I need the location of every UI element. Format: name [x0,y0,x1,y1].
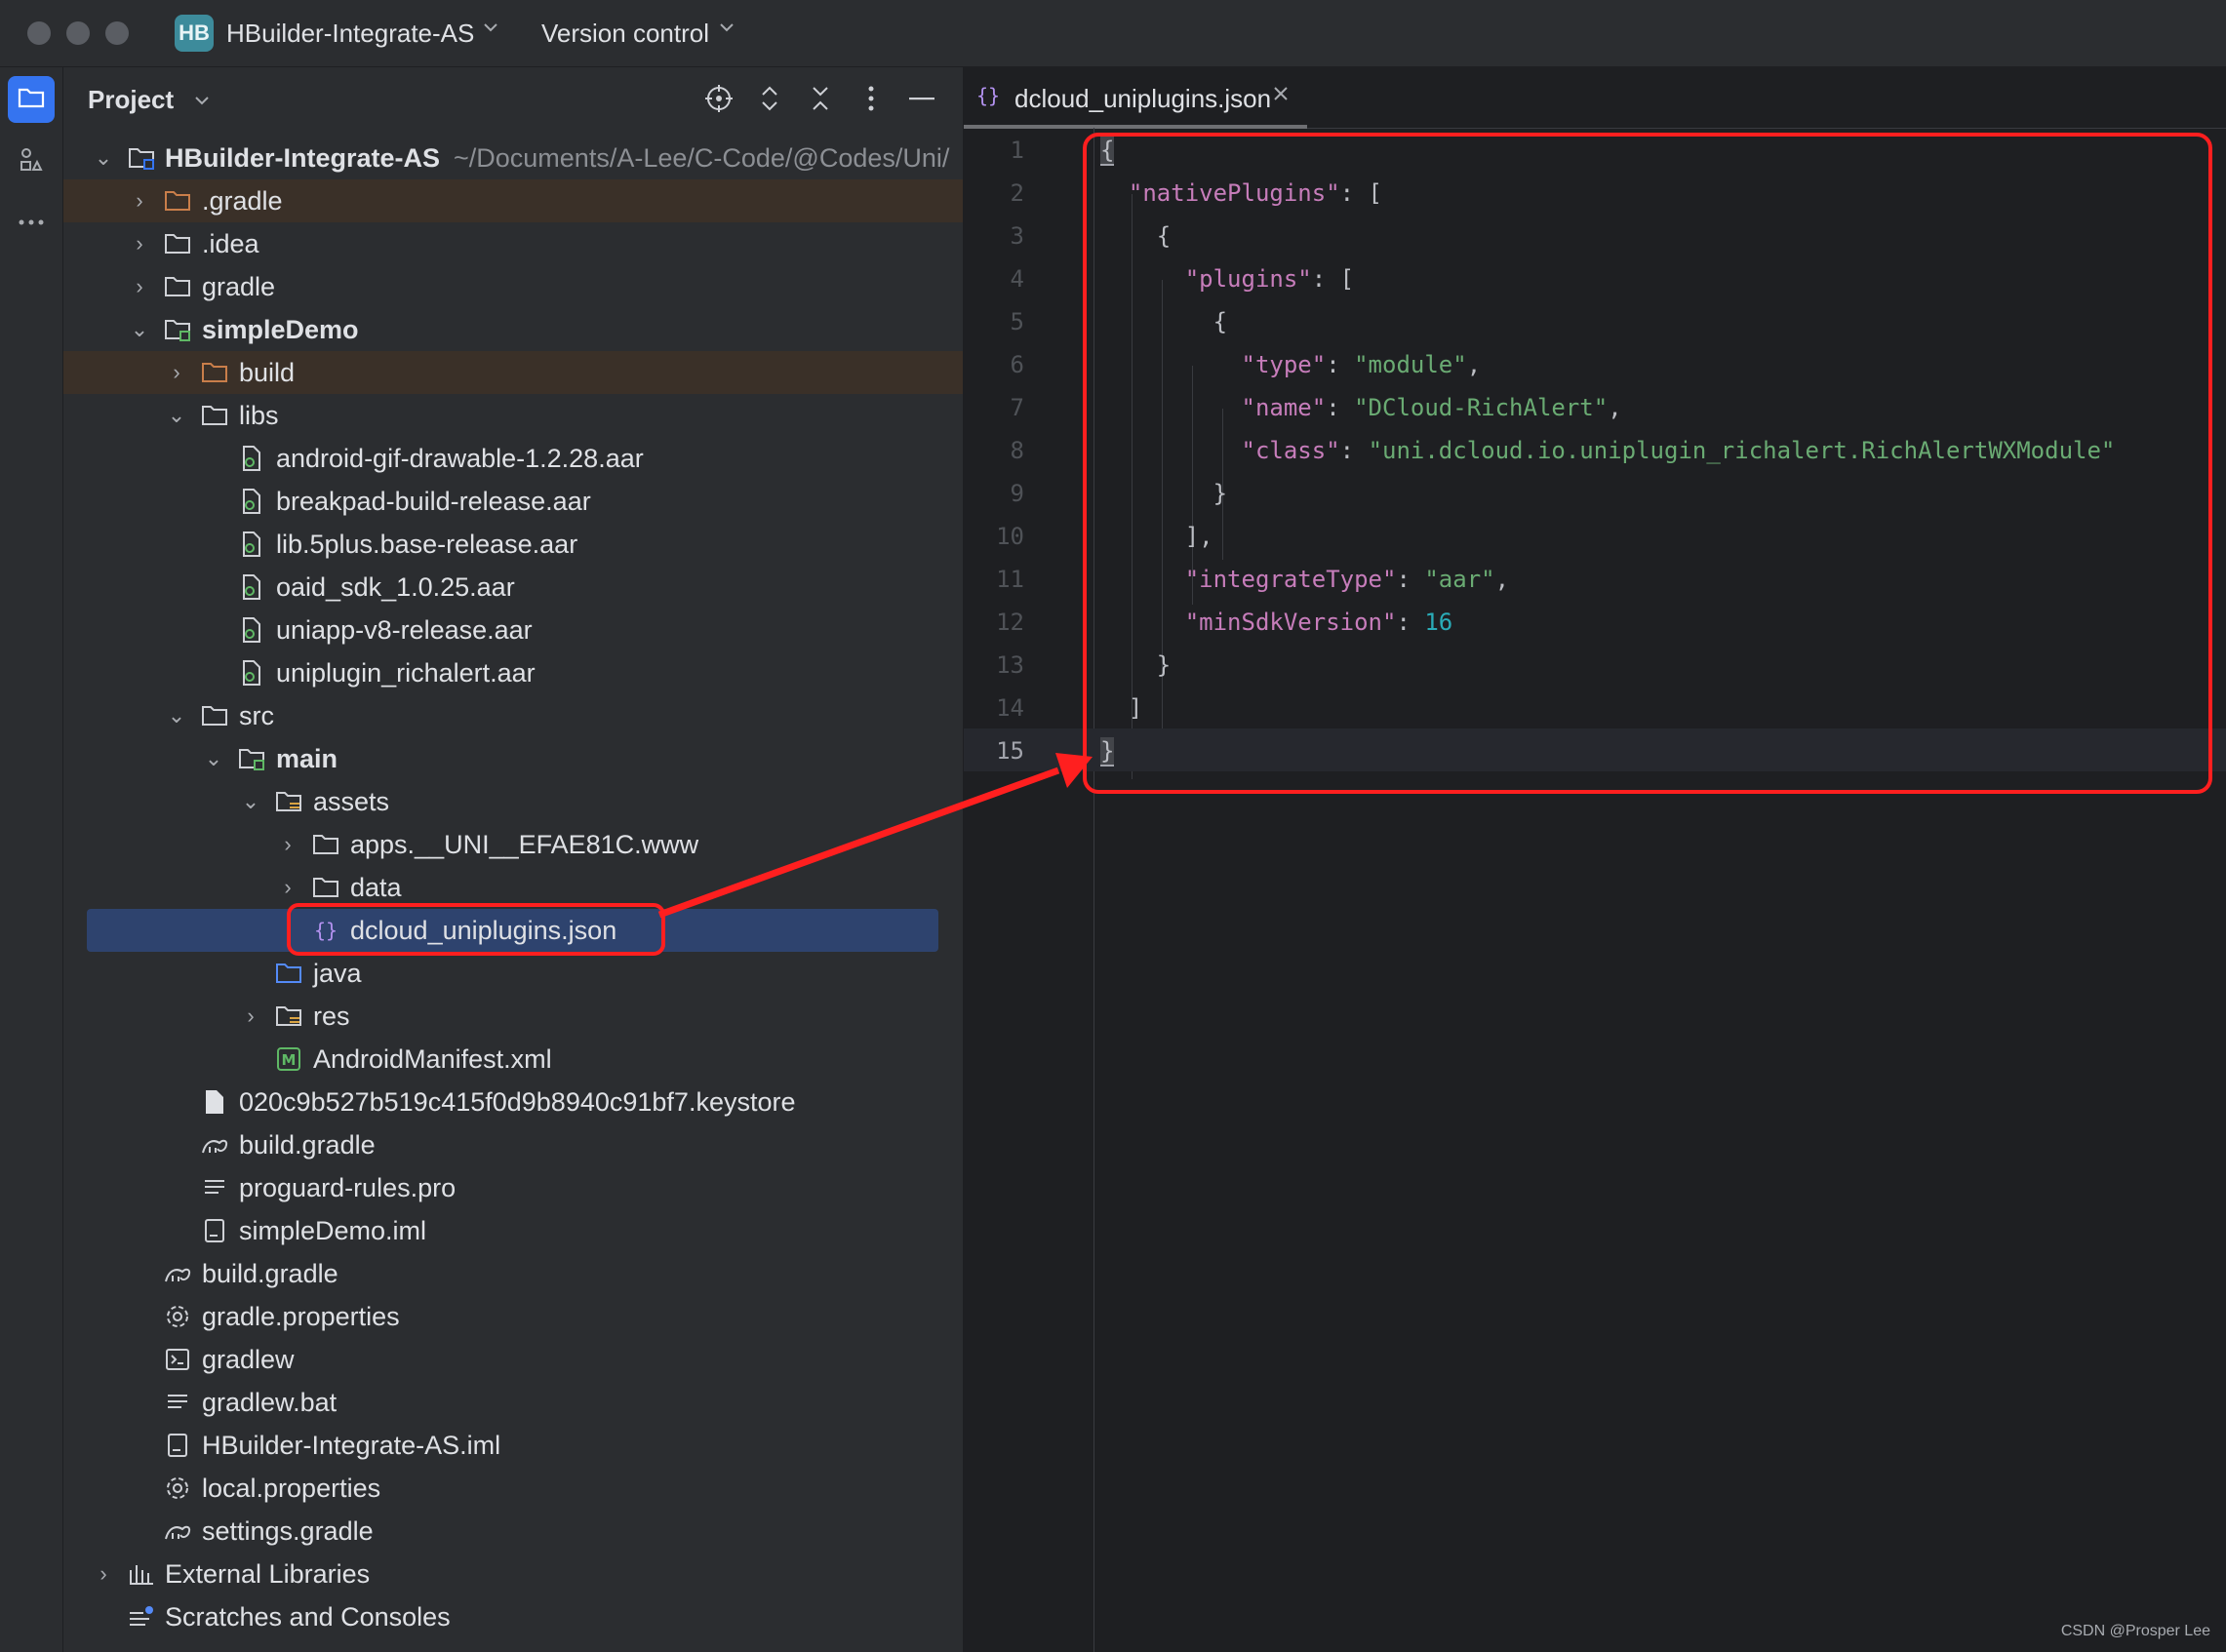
annotation-box-tree [287,903,665,956]
annotation-arrow-line [657,767,1060,919]
watermark: CSDN @Prosper Lee [2060,1623,2210,1639]
annotation-overlay [287,133,2212,956]
annotation-box-code [1083,133,2212,794]
